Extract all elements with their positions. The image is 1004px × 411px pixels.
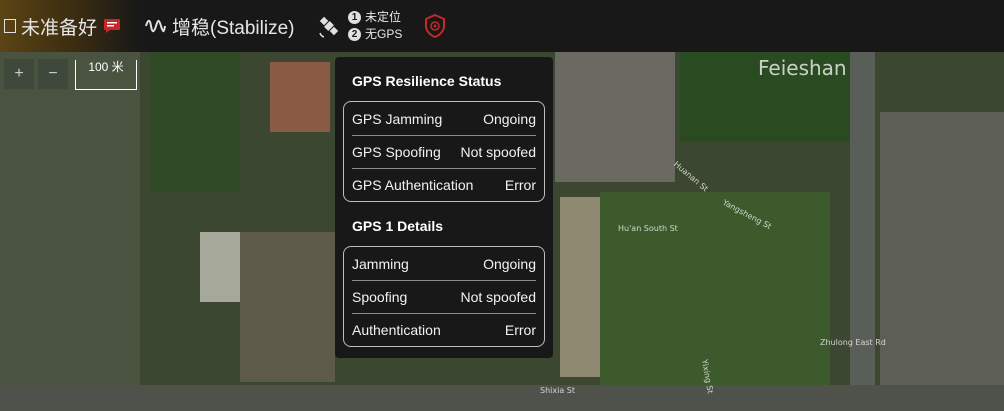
gps-count-badge: 1 bbox=[348, 11, 361, 24]
zoom-in-button[interactable]: + bbox=[4, 59, 34, 89]
gps-status-text: 未定位 bbox=[365, 10, 402, 24]
gps-resilience-panel: GPS Resilience Status GPS Jamming Ongoin… bbox=[335, 57, 553, 358]
map-terrain bbox=[600, 192, 830, 392]
status-indicator[interactable]: 未准备好 bbox=[4, 0, 121, 52]
message-icon bbox=[103, 18, 121, 34]
flight-mode-selector[interactable]: 增稳(Stabilize) bbox=[144, 0, 294, 52]
resilience-row-spoofing: GPS Spoofing Not spoofed bbox=[352, 135, 536, 168]
row-label: GPS Authentication bbox=[352, 177, 474, 193]
road-label: Huanan St bbox=[671, 159, 710, 194]
row-value: Error bbox=[504, 177, 536, 193]
map-terrain bbox=[200, 232, 240, 302]
scale-label: 100 米 bbox=[88, 60, 124, 74]
row-value: Ongoing bbox=[483, 110, 536, 127]
gps1-details-title: GPS 1 Details bbox=[352, 218, 444, 234]
checkbox-icon bbox=[4, 19, 16, 33]
row-label: Authentication bbox=[352, 322, 441, 338]
road-label: Hu'an South St bbox=[618, 224, 678, 233]
row-label: GPS Jamming bbox=[352, 110, 443, 127]
details-row-jamming: Jamming Ongoing bbox=[352, 247, 536, 280]
row-value: Not spoofed bbox=[460, 289, 537, 305]
gps-resilience-indicator[interactable] bbox=[424, 0, 446, 52]
resilience-status-group: GPS Jamming Ongoing GPS Spoofing Not spo… bbox=[343, 101, 545, 202]
toolbar: 未准备好 增稳(Stabilize) 1 未定位 2 无GPS bbox=[0, 0, 1004, 52]
row-value: Not spoofed bbox=[460, 144, 537, 160]
row-value: Error bbox=[504, 322, 536, 338]
flight-mode-text: 增稳(Stabilize) bbox=[172, 17, 295, 39]
status-text: 未准备好 bbox=[21, 17, 98, 39]
row-label: Spoofing bbox=[352, 289, 408, 305]
road-label: Zhulong East Rd bbox=[820, 338, 886, 347]
satellite-icon bbox=[316, 13, 342, 39]
map-terrain bbox=[270, 62, 330, 132]
resilience-row-authentication: GPS Authentication Error bbox=[352, 168, 536, 201]
gps-status-text: 无GPS bbox=[365, 27, 403, 41]
map-terrain bbox=[0, 52, 140, 411]
place-label: Feieshan bbox=[758, 56, 847, 80]
map-terrain bbox=[555, 52, 675, 182]
map-terrain bbox=[150, 52, 240, 192]
gps-indicator[interactable]: 1 未定位 2 无GPS bbox=[316, 0, 402, 52]
gps1-details-group: Jamming Ongoing Spoofing Not spoofed Aut… bbox=[343, 246, 545, 347]
scale-bar: 100 米 bbox=[75, 60, 137, 90]
zoom-out-button[interactable]: − bbox=[38, 59, 68, 89]
shield-alert-icon bbox=[424, 14, 446, 38]
row-value: Ongoing bbox=[483, 255, 536, 272]
row-label: GPS Spoofing bbox=[352, 144, 441, 160]
waveform-icon bbox=[144, 17, 166, 35]
map-terrain bbox=[0, 385, 1004, 411]
map-terrain bbox=[240, 232, 335, 382]
resilience-row-jamming: GPS Jamming Ongoing bbox=[352, 102, 536, 135]
map-terrain bbox=[880, 112, 1004, 411]
details-row-authentication: Authentication Error bbox=[352, 313, 536, 346]
details-row-spoofing: Spoofing Not spoofed bbox=[352, 280, 536, 313]
gps-count-badge: 2 bbox=[348, 28, 361, 41]
row-label: Jamming bbox=[352, 255, 409, 272]
resilience-title: GPS Resilience Status bbox=[352, 73, 502, 89]
map-terrain bbox=[560, 197, 600, 377]
road-label: Shixia St bbox=[540, 386, 575, 395]
map-terrain bbox=[850, 52, 875, 411]
